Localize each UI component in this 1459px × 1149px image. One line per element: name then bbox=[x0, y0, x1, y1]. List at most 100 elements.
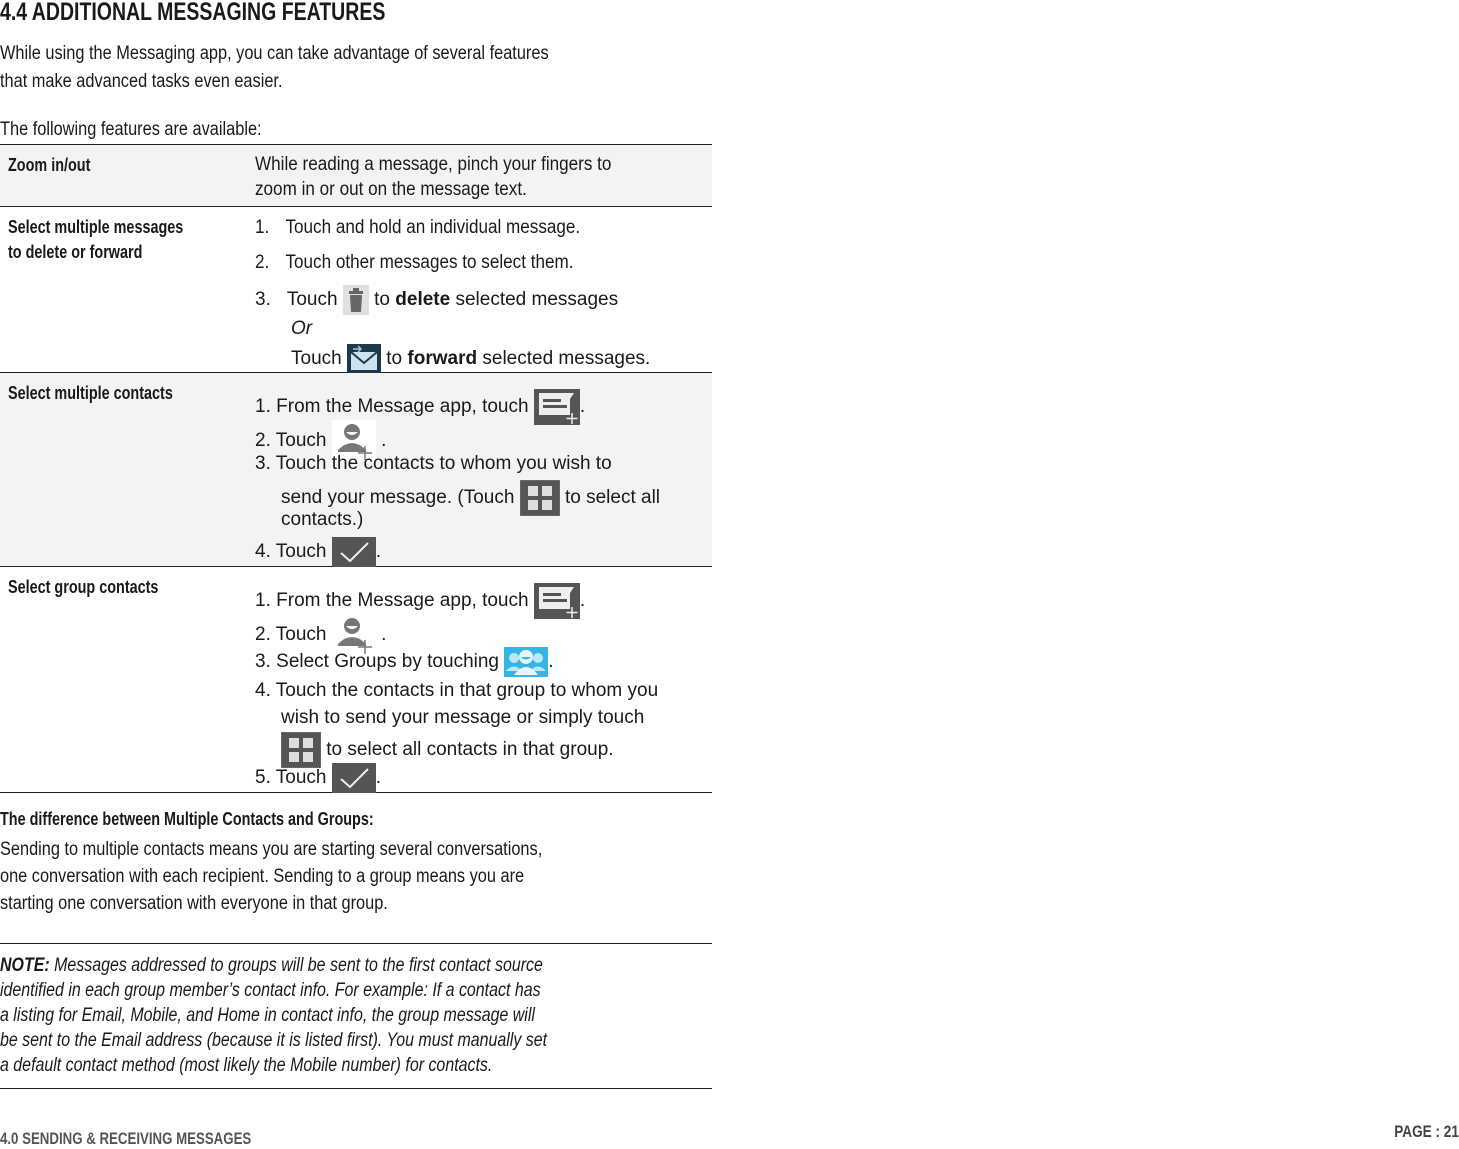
table-row-group-contacts: Select group contacts 1. From the Messag… bbox=[0, 567, 712, 793]
row-label-line: Select multiple contacts bbox=[8, 383, 173, 403]
step-number: 5. bbox=[255, 767, 271, 789]
row-label: Select multiple messages to delete or fo… bbox=[8, 215, 183, 265]
new-message-icon bbox=[533, 389, 580, 425]
difference-line: one conversation with each recipient. Se… bbox=[0, 866, 525, 887]
step-number: 3. bbox=[255, 289, 271, 311]
step-text: to bbox=[374, 289, 390, 311]
step-text: send your message. (Touch bbox=[281, 487, 515, 509]
step: 1. Touch and hold an individual message. bbox=[255, 215, 616, 241]
section-heading: 4.4 ADDITIONAL MESSAGING FEATURES bbox=[0, 0, 386, 26]
note-text: NOTE: Messages addressed to groups will … bbox=[0, 953, 547, 1078]
difference-heading: The difference between Multiple Contacts… bbox=[0, 809, 374, 829]
step-text: . bbox=[579, 590, 586, 612]
step-number: 3. bbox=[255, 453, 271, 474]
step: 3. Touch to delete selected messages bbox=[255, 285, 618, 315]
features-available-text: The following features are available: bbox=[0, 119, 262, 140]
step-cont: contacts.) bbox=[281, 509, 364, 530]
step-text: Touch bbox=[275, 430, 327, 452]
features-table: Zoom in/out While reading a message, pin… bbox=[0, 144, 712, 793]
note-line: a default contact method (most likely th… bbox=[0, 1055, 493, 1076]
checkmark-icon bbox=[331, 763, 376, 793]
step-text: selected messages. bbox=[482, 348, 651, 370]
table-row-zoom: Zoom in/out While reading a message, pin… bbox=[0, 145, 712, 207]
step-text: From the Message app, touch bbox=[276, 396, 529, 418]
step-cont: wish to send your message or simply touc… bbox=[281, 707, 645, 728]
step: 2. Touch other messages to select them. bbox=[255, 250, 609, 276]
step-number: 2. bbox=[255, 624, 271, 646]
step-number: 4. bbox=[255, 541, 271, 563]
step: 4. Touch . bbox=[255, 537, 381, 567]
row-label: Select group contacts bbox=[8, 575, 158, 600]
step-text: Touch bbox=[275, 624, 327, 646]
step: 3. Select Groups by touching . bbox=[255, 647, 554, 677]
step-text: . bbox=[548, 651, 554, 673]
select-all-icon bbox=[519, 480, 560, 516]
step-text: to bbox=[386, 348, 403, 370]
intro-line: that make advanced tasks even easier. bbox=[0, 71, 283, 92]
step-number: 1. bbox=[255, 217, 270, 238]
step-text: Touch the contacts to whom you wish to bbox=[275, 453, 612, 474]
note-line-text: Messages addressed to groups will be sen… bbox=[54, 955, 543, 976]
row-label-line: Select group contacts bbox=[8, 577, 159, 597]
step-bold-text: delete bbox=[395, 289, 451, 311]
step: 4. Touch the contacts in that group to w… bbox=[255, 678, 658, 704]
row-label-line: to delete or forward bbox=[8, 242, 143, 262]
step: 5. Touch . bbox=[255, 763, 381, 793]
step-text: . bbox=[381, 430, 387, 452]
row-text-line: zoom in or out on the message text. bbox=[255, 177, 557, 203]
difference-line: Sending to multiple contacts means you a… bbox=[0, 839, 543, 860]
note-line: identified in each group member’s contac… bbox=[0, 980, 541, 1001]
step-number: 4. bbox=[255, 680, 271, 701]
step-or: Or bbox=[291, 318, 313, 339]
step: 3. Touch the contacts to whom you wish t… bbox=[255, 451, 612, 477]
table-row-multiple-contacts: Select multiple contacts 1. From the Mes… bbox=[0, 373, 712, 567]
note-line: a listing for Email, Mobile, and Home in… bbox=[0, 1005, 535, 1026]
difference-paragraph: Sending to multiple contacts means you a… bbox=[0, 836, 542, 917]
step-text: . bbox=[579, 396, 586, 418]
step-text: . bbox=[381, 624, 387, 646]
step-text: From the Message app, touch bbox=[276, 590, 529, 612]
step-text: to select all contacts in that group. bbox=[326, 739, 614, 761]
step-number: 1. bbox=[255, 396, 271, 418]
difference-line: starting one conversation with everyone … bbox=[0, 893, 388, 914]
step-text: Touch bbox=[286, 289, 338, 311]
step-text: Touch other messages to select them. bbox=[285, 252, 574, 273]
step-number: 3. bbox=[255, 651, 271, 673]
footer-section-title: 4.0 SENDING & RECEIVING MESSAGES bbox=[0, 1129, 252, 1148]
step-text: Touch and hold an individual message. bbox=[285, 217, 581, 238]
step-number: 2. bbox=[255, 430, 271, 452]
step-text: Touch bbox=[275, 767, 327, 789]
trash-icon bbox=[342, 285, 369, 315]
note-box: NOTE: Messages addressed to groups will … bbox=[0, 943, 712, 1089]
step-text: Touch the contacts in that group to whom… bbox=[275, 680, 659, 701]
step-text: . bbox=[375, 541, 382, 563]
step-bold-text: forward bbox=[407, 348, 478, 370]
row-label: Select multiple contacts bbox=[8, 381, 173, 406]
step-text: to select all bbox=[564, 487, 661, 509]
forward-mail-icon bbox=[346, 344, 381, 374]
step-text: Select Groups by touching bbox=[276, 651, 499, 673]
new-message-icon bbox=[533, 583, 580, 619]
note-line: NOTE: Messages addressed to groups will … bbox=[0, 953, 547, 978]
row-label: Zoom in/out bbox=[8, 153, 90, 178]
step: Touch to forward selected messages. bbox=[291, 344, 650, 374]
note-line: be sent to the Email address (because it… bbox=[0, 1030, 548, 1051]
step-text: . bbox=[375, 767, 382, 789]
step-text: Touch bbox=[291, 348, 342, 370]
text: While reading a message, pinch your fing… bbox=[255, 154, 612, 175]
page-number: PAGE : 21 bbox=[1394, 1122, 1459, 1141]
groups-icon bbox=[504, 647, 549, 677]
intro-paragraph: While using the Messaging app, you can t… bbox=[0, 40, 549, 96]
note-label: NOTE: bbox=[0, 955, 50, 976]
step-number: 2. bbox=[255, 252, 270, 273]
step-text: selected messages bbox=[455, 289, 619, 311]
table-row-select-messages: Select multiple messages to delete or fo… bbox=[0, 207, 712, 374]
intro-line: While using the Messaging app, you can t… bbox=[0, 43, 549, 64]
step-text: Touch bbox=[275, 541, 327, 563]
row-label-line: Select multiple messages bbox=[8, 217, 184, 237]
checkmark-icon bbox=[331, 537, 376, 567]
text: zoom in or out on the message text. bbox=[255, 179, 527, 200]
step-number: 1. bbox=[255, 590, 271, 612]
row-label-line: Zoom in/out bbox=[8, 155, 91, 175]
row-text-line: While reading a message, pinch your fing… bbox=[255, 152, 651, 178]
